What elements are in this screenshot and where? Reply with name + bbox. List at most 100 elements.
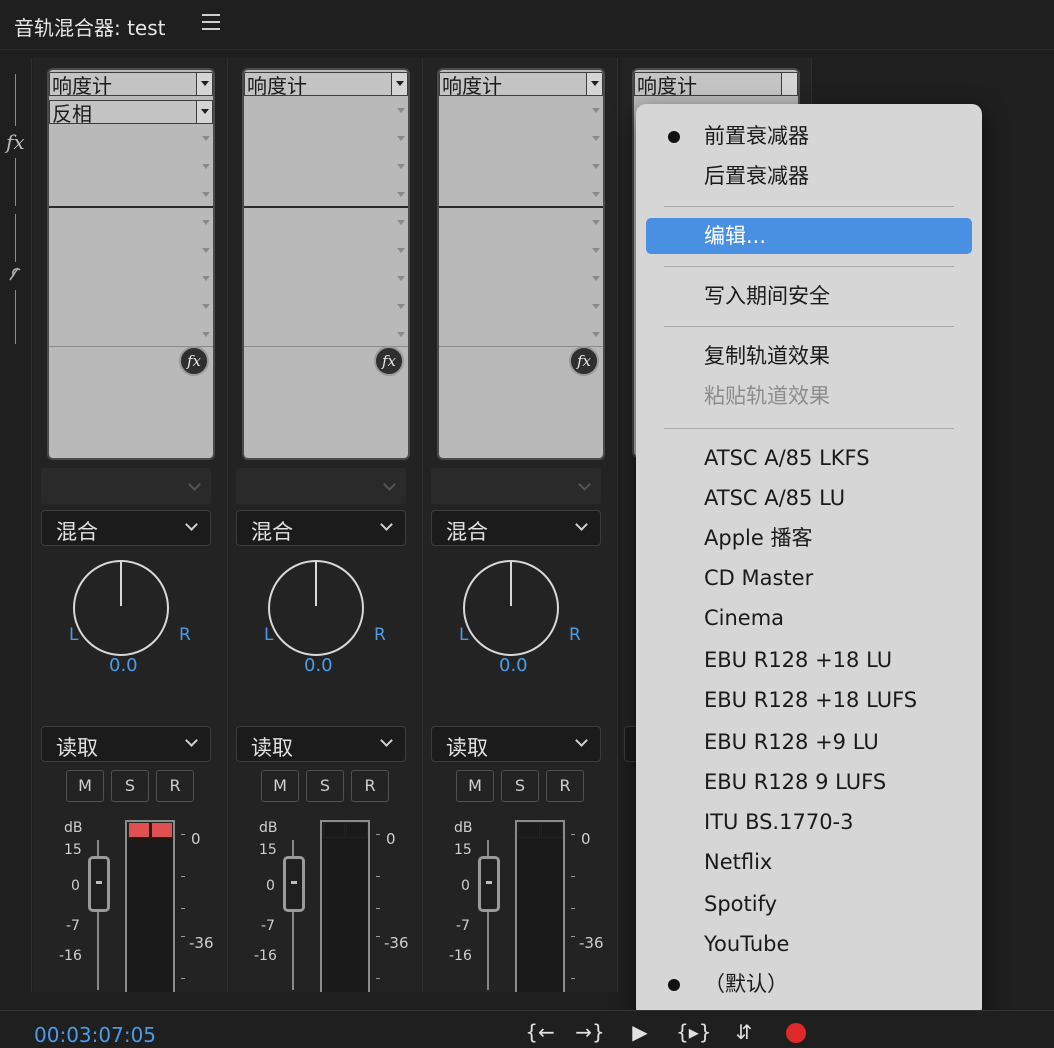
menu-item[interactable]: YouTube xyxy=(636,926,982,962)
menu-item[interactable]: （默认） xyxy=(636,966,982,1002)
effect-dropdown-button[interactable] xyxy=(196,101,212,123)
solo-button[interactable]: S xyxy=(501,770,539,802)
db-scale-label: -16 xyxy=(449,948,472,964)
play-icon[interactable]: ▶ xyxy=(624,1019,656,1045)
pan-knob[interactable] xyxy=(73,560,169,656)
menu-item[interactable]: Spotify xyxy=(636,886,982,922)
chevron-down-icon xyxy=(397,332,405,337)
output-value: 混合 xyxy=(251,520,293,544)
hamburger-menu-icon[interactable] xyxy=(202,14,220,32)
effect-dropdown-button[interactable] xyxy=(196,73,212,95)
db-scale-label: 0 xyxy=(461,878,470,894)
effect-slot[interactable]: 响度计 xyxy=(244,72,408,98)
track-output-dropdown[interactable]: 混合 xyxy=(236,510,406,546)
menu-item[interactable]: CD Master xyxy=(636,560,982,596)
record-enable-button[interactable]: R xyxy=(351,770,389,802)
clip-indicator-left[interactable] xyxy=(128,822,150,838)
chevron-down-icon xyxy=(592,248,600,253)
empty-effect-slot[interactable] xyxy=(439,268,603,296)
empty-effect-slot[interactable] xyxy=(439,128,603,156)
record-icon[interactable] xyxy=(786,1023,806,1043)
loop-icon[interactable]: ⇵ xyxy=(728,1019,760,1045)
empty-effect-slot[interactable] xyxy=(49,156,213,184)
play-in-to-out-icon[interactable]: {▸} xyxy=(676,1019,712,1045)
mute-button[interactable]: M xyxy=(261,770,299,802)
pan-knob[interactable] xyxy=(268,560,364,656)
menu-item[interactable]: 编辑... xyxy=(646,218,972,254)
record-enable-button[interactable]: R xyxy=(156,770,194,802)
empty-effect-slot[interactable] xyxy=(439,240,603,268)
menu-item-label: EBU R128 +9 LU xyxy=(704,730,879,754)
empty-effect-slot[interactable] xyxy=(49,212,213,240)
chevron-down-icon xyxy=(202,248,210,253)
mute-button[interactable]: M xyxy=(66,770,104,802)
empty-effect-slot[interactable] xyxy=(439,156,603,184)
go-to-in-icon[interactable]: {← xyxy=(524,1019,556,1045)
empty-effect-slot[interactable] xyxy=(244,156,408,184)
clip-indicator-left[interactable] xyxy=(323,822,345,838)
fx-bypass-icon[interactable]: fx xyxy=(374,346,404,376)
effect-dropdown-button[interactable] xyxy=(391,73,407,95)
empty-effect-slot[interactable] xyxy=(49,296,213,324)
effect-dropdown-button[interactable] xyxy=(586,73,602,95)
empty-effect-slot[interactable] xyxy=(439,296,603,324)
effect-slot[interactable]: 响度计 xyxy=(634,72,798,98)
fx-bypass-icon[interactable]: fx xyxy=(179,346,209,376)
empty-effect-slot[interactable] xyxy=(244,100,408,128)
automation-mode-dropdown[interactable]: 读取 xyxy=(236,726,406,762)
pan-knob[interactable] xyxy=(463,560,559,656)
volume-fader-handle[interactable] xyxy=(283,856,305,912)
empty-effect-slot[interactable] xyxy=(439,212,603,240)
menu-separator xyxy=(664,326,954,327)
solo-button[interactable]: S xyxy=(111,770,149,802)
empty-effect-slot[interactable] xyxy=(49,128,213,156)
track-output-dropdown[interactable]: 混合 xyxy=(41,510,211,546)
solo-button[interactable]: S xyxy=(306,770,344,802)
empty-effect-slot[interactable] xyxy=(244,212,408,240)
menu-item[interactable]: EBU R128 9 LUFS xyxy=(636,764,982,800)
go-to-out-icon[interactable]: →} xyxy=(574,1019,606,1045)
menu-item[interactable]: ATSC A/85 LKFS xyxy=(636,440,982,476)
menu-item[interactable]: Apple 播客 xyxy=(636,520,982,556)
menu-item[interactable]: ITU BS.1770-3 xyxy=(636,804,982,840)
effects-sends-divider xyxy=(244,206,408,208)
clip-indicator-right[interactable] xyxy=(346,822,368,838)
clip-indicator-right[interactable] xyxy=(151,822,173,838)
empty-effect-slot[interactable] xyxy=(439,100,603,128)
menu-item[interactable]: EBU R128 +18 LUFS xyxy=(636,682,982,718)
clip-indicator-right[interactable] xyxy=(541,822,563,838)
pan-value[interactable]: 0.0 xyxy=(499,655,528,676)
effect-slot[interactable]: 响度计 xyxy=(439,72,603,98)
empty-effect-slot[interactable] xyxy=(49,268,213,296)
menu-item[interactable]: Netflix xyxy=(636,844,982,880)
volume-fader-handle[interactable] xyxy=(478,856,500,912)
effect-slot[interactable]: 响度计 xyxy=(49,72,213,98)
timecode[interactable]: 00:03:07:05 xyxy=(34,1023,156,1047)
empty-effect-slot[interactable] xyxy=(244,240,408,268)
menu-item[interactable]: EBU R128 +9 LU xyxy=(636,724,982,760)
menu-item[interactable]: 后置衰减器 xyxy=(636,158,982,194)
automation-mode-dropdown[interactable]: 读取 xyxy=(431,726,601,762)
effect-dropdown-button[interactable] xyxy=(781,73,797,95)
menu-item[interactable]: EBU R128 +18 LU xyxy=(636,642,982,678)
track-output-dropdown[interactable]: 混合 xyxy=(431,510,601,546)
pan-value[interactable]: 0.0 xyxy=(304,655,333,676)
mute-button[interactable]: M xyxy=(456,770,494,802)
record-enable-button[interactable]: R xyxy=(546,770,584,802)
empty-effect-slot[interactable] xyxy=(244,268,408,296)
automation-mode-dropdown[interactable]: 读取 xyxy=(41,726,211,762)
menu-item[interactable]: 复制轨道效果 xyxy=(636,338,982,374)
menu-item[interactable]: ATSC A/85 LU xyxy=(636,480,982,516)
pan-value[interactable]: 0.0 xyxy=(109,655,138,676)
empty-effect-slot[interactable] xyxy=(49,240,213,268)
menu-item[interactable]: Cinema xyxy=(636,600,982,636)
clip-indicator-left[interactable] xyxy=(518,822,540,838)
meter-tick xyxy=(376,834,380,835)
effect-slot[interactable]: 反相 xyxy=(49,100,213,126)
menu-item[interactable]: 前置衰减器 xyxy=(636,118,982,154)
empty-effect-slot[interactable] xyxy=(244,128,408,156)
volume-fader-handle[interactable] xyxy=(88,856,110,912)
empty-effect-slot[interactable] xyxy=(244,296,408,324)
fx-bypass-icon[interactable]: fx xyxy=(569,346,599,376)
menu-item[interactable]: 写入期间安全 xyxy=(636,278,982,314)
